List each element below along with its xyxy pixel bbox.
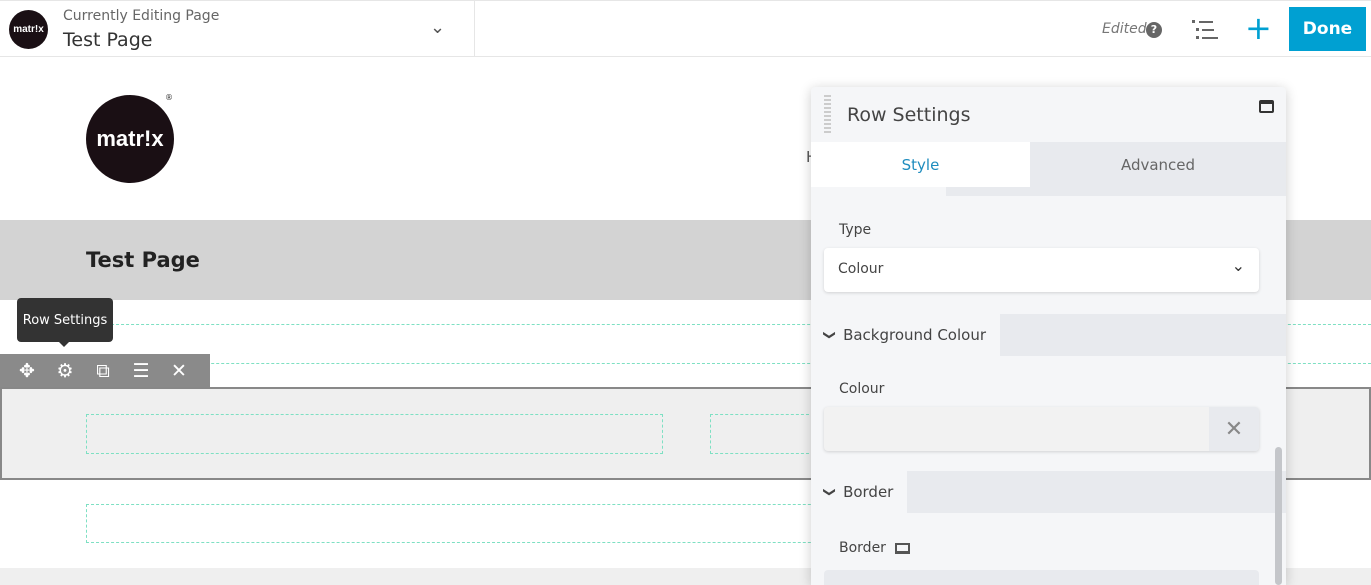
page-heading: Test Page [86,248,200,272]
clear-icon[interactable]: ✕ [1209,407,1259,451]
tab-underlay [811,187,946,196]
colour-label: Colour [839,381,885,397]
close-icon[interactable]: ✕ [166,360,192,382]
module-placeholder[interactable] [86,504,886,543]
border-select[interactable] [824,570,1259,585]
colour-input[interactable]: ✕ [824,407,1259,451]
edited-status: Edited [1102,21,1147,37]
divider [474,1,475,57]
move-icon[interactable]: ✥ [14,360,40,382]
matrix-logo: matr!x [9,10,48,49]
outline-list-icon[interactable] [1192,20,1218,40]
gear-icon[interactable]: ⚙ [52,360,78,382]
border-label: Border [839,540,886,556]
type-label: Type [839,222,872,238]
duplicate-icon[interactable]: ⧉ [90,360,116,382]
editing-subtitle: Currently Editing Page [63,8,220,24]
desktop-icon[interactable] [895,543,910,554]
site-logo: matr!x [86,95,174,183]
help-icon[interactable]: ? [1146,22,1162,38]
panel-title: Row Settings [847,104,971,126]
tab-style[interactable]: Style [811,142,1030,187]
drag-handle-icon[interactable] [824,95,831,133]
registered-mark: ® [165,93,173,102]
tab-advanced[interactable]: Advanced [1030,142,1286,187]
row-settings-panel: Row Settings Style Advanced Type Colour … [811,87,1286,585]
window-icon[interactable] [1259,100,1274,113]
section-title: Border [843,483,894,501]
row-toolbar: ✥ ⚙ ⧉ ☰ ✕ [0,354,210,387]
page-title: Test Page [63,29,153,51]
top-bar: matr!x Currently Editing Page Test Page … [0,0,1371,57]
section-title: Background Colour [843,326,986,344]
chevron-down-icon[interactable]: ⌄ [430,17,445,38]
scrollbar[interactable] [1275,447,1282,585]
menu-icon[interactable]: ☰ [128,360,154,382]
done-button[interactable]: Done [1289,7,1366,51]
column-placeholder[interactable] [86,414,663,454]
chevron-down-icon: ⌄ [1231,256,1245,275]
background-colour-section[interactable]: ❯ Background Colour [811,314,1286,356]
tooltip: Row Settings [17,298,113,342]
add-icon[interactable]: + [1245,9,1272,47]
tooltip-arrow [58,341,70,347]
type-select[interactable]: Colour ⌄ [824,248,1259,292]
border-section[interactable]: ❯ Border [811,471,1286,513]
type-value: Colour [838,261,884,277]
chevron-down-icon: ❯ [823,329,838,341]
chevron-down-icon: ❯ [823,486,838,498]
